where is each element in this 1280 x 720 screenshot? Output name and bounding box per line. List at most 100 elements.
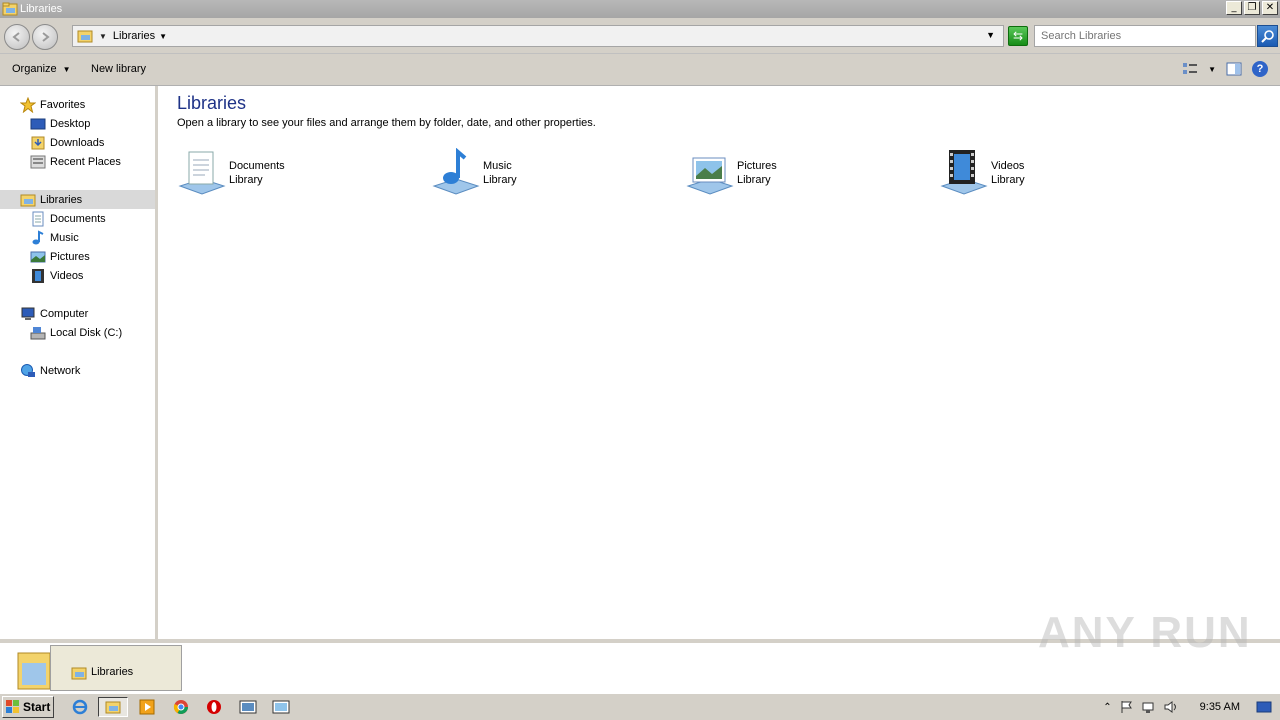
nav-item-label: Recent Places xyxy=(50,155,121,168)
documents-library-icon xyxy=(178,151,226,195)
nav-network[interactable]: Network xyxy=(20,361,80,380)
library-videos[interactable]: Videos Library xyxy=(939,146,1139,200)
search-icon xyxy=(1260,30,1274,43)
chrome-icon xyxy=(173,700,188,714)
start-label: Start xyxy=(23,700,51,714)
local-disk-icon xyxy=(30,326,46,339)
nav-item-music[interactable]: Music xyxy=(30,228,79,247)
chrome-taskbar-button[interactable] xyxy=(170,697,192,717)
nav-item-documents[interactable]: Documents xyxy=(30,209,106,228)
internet-explorer-icon xyxy=(72,699,88,715)
restore-button[interactable]: ❐ xyxy=(1244,1,1260,15)
taskbar: Start ⌃ 9:35 AM xyxy=(0,693,1280,720)
search-input[interactable] xyxy=(1034,25,1256,47)
explorer-taskbar-button[interactable] xyxy=(98,697,128,717)
nav-item-videos[interactable]: Videos xyxy=(30,266,83,285)
library-documents[interactable]: Documents Library xyxy=(177,146,377,200)
nav-item-label: Documents xyxy=(50,212,106,225)
new-library-button[interactable]: New library xyxy=(91,63,146,75)
forward-arrow-icon xyxy=(42,32,50,42)
libraries-folder-icon xyxy=(77,30,93,43)
opera-icon xyxy=(207,700,221,714)
volume-icon[interactable] xyxy=(1164,700,1180,714)
back-button[interactable] xyxy=(4,24,30,50)
nav-libraries[interactable]: Libraries xyxy=(20,190,82,209)
app-taskbar-button-1[interactable] xyxy=(237,697,259,717)
minimize-button[interactable]: _ xyxy=(1226,1,1242,15)
internet-explorer-taskbar-button[interactable] xyxy=(69,697,91,717)
thumbnail-label: Libraries xyxy=(91,666,134,678)
search-button[interactable] xyxy=(1257,25,1278,47)
title-bar: Libraries _ ❐ ✕ xyxy=(0,0,1280,18)
taskbar-thumbnail[interactable]: Libraries xyxy=(50,645,182,691)
music-library-icon xyxy=(432,148,480,195)
system-tray: ⌃ 9:35 AM xyxy=(1103,696,1280,718)
window-app-icon xyxy=(239,700,257,714)
nav-favorites[interactable]: Favorites xyxy=(20,95,85,114)
command-bar: Organize ▼ New library ▼ ? xyxy=(0,54,1280,86)
action-center-flag-icon[interactable] xyxy=(1120,700,1134,714)
recent-places-icon xyxy=(30,155,46,168)
library-name: Videos xyxy=(991,160,1025,172)
library-type: Library xyxy=(737,174,771,186)
address-bar[interactable]: ▼ Libraries ▼ ▼ xyxy=(72,25,1004,47)
show-hidden-icons-icon[interactable]: ⌃ xyxy=(1103,702,1111,713)
navigation-pane: Favorites Desktop Downloads Recent Place… xyxy=(0,86,158,639)
videos-icon xyxy=(32,268,44,283)
network-icon xyxy=(21,363,35,377)
libraries-folder-icon xyxy=(71,667,87,680)
chevron-down-icon: ▼ xyxy=(62,65,71,74)
back-arrow-icon xyxy=(12,32,20,42)
view-options-dropdown-icon[interactable]: ▼ xyxy=(1208,65,1216,74)
breadcrumb-root-arrow-icon[interactable]: ▼ xyxy=(99,32,107,41)
page-subtitle: Open a library to see your files and arr… xyxy=(177,117,596,129)
libraries-folder-icon xyxy=(20,194,36,206)
breadcrumb-libraries[interactable]: Libraries xyxy=(113,30,155,42)
window-title: Libraries xyxy=(20,3,63,15)
window-app-icon xyxy=(272,700,290,714)
opera-taskbar-button[interactable] xyxy=(203,697,225,717)
nav-item-local-disk[interactable]: Local Disk (C:) xyxy=(30,323,122,342)
library-type: Library xyxy=(229,174,263,186)
nav-item-downloads[interactable]: Downloads xyxy=(30,133,104,152)
network-status-icon[interactable] xyxy=(1142,700,1156,714)
watermark-logo: ANY RUN xyxy=(1038,608,1252,657)
nav-item-label: Music xyxy=(50,231,79,244)
organize-button[interactable]: Organize ▼ xyxy=(12,63,71,75)
nav-item-label: Local Disk (C:) xyxy=(50,326,123,339)
forward-button[interactable] xyxy=(32,24,58,50)
nav-item-pictures[interactable]: Pictures xyxy=(30,247,90,266)
nav-network-label: Network xyxy=(40,364,81,377)
clock[interactable]: 9:35 AM xyxy=(1200,701,1240,713)
show-desktop-icon[interactable] xyxy=(1256,700,1272,714)
page-title: Libraries xyxy=(177,93,247,113)
app-taskbar-button-2[interactable] xyxy=(270,697,292,717)
preview-pane-icon[interactable] xyxy=(1226,62,1242,76)
nav-item-label: Desktop xyxy=(50,117,91,130)
content-area: Libraries Open a library to see your fil… xyxy=(161,86,1280,639)
media-player-icon xyxy=(139,699,155,715)
pictures-library-icon xyxy=(686,157,734,195)
library-name: Music xyxy=(483,160,512,172)
videos-library-icon xyxy=(940,150,988,195)
refresh-button[interactable]: ⇆ xyxy=(1008,26,1028,46)
media-player-taskbar-button[interactable] xyxy=(136,697,158,717)
organize-label: Organize xyxy=(12,63,57,75)
nav-item-recent-places[interactable]: Recent Places xyxy=(30,152,121,171)
star-icon xyxy=(20,96,36,113)
address-history-dropdown-icon[interactable]: ▼ xyxy=(986,30,995,40)
nav-item-label: Pictures xyxy=(50,250,90,263)
start-button[interactable]: Start xyxy=(2,696,54,718)
library-music[interactable]: Music Library xyxy=(431,146,631,200)
help-icon[interactable]: ? xyxy=(1252,61,1268,77)
nav-item-desktop[interactable]: Desktop xyxy=(30,114,90,133)
library-pictures[interactable]: Pictures Library xyxy=(685,146,885,200)
breadcrumb-dropdown-icon[interactable]: ▼ xyxy=(159,32,167,41)
libraries-folder-icon xyxy=(2,2,18,16)
nav-libraries-label: Libraries xyxy=(40,193,83,206)
change-view-icon[interactable] xyxy=(1182,62,1198,76)
windows-logo-icon xyxy=(6,700,19,713)
nav-computer[interactable]: Computer xyxy=(20,304,88,323)
libraries-folder-icon xyxy=(105,701,121,714)
close-button[interactable]: ✕ xyxy=(1262,1,1278,15)
